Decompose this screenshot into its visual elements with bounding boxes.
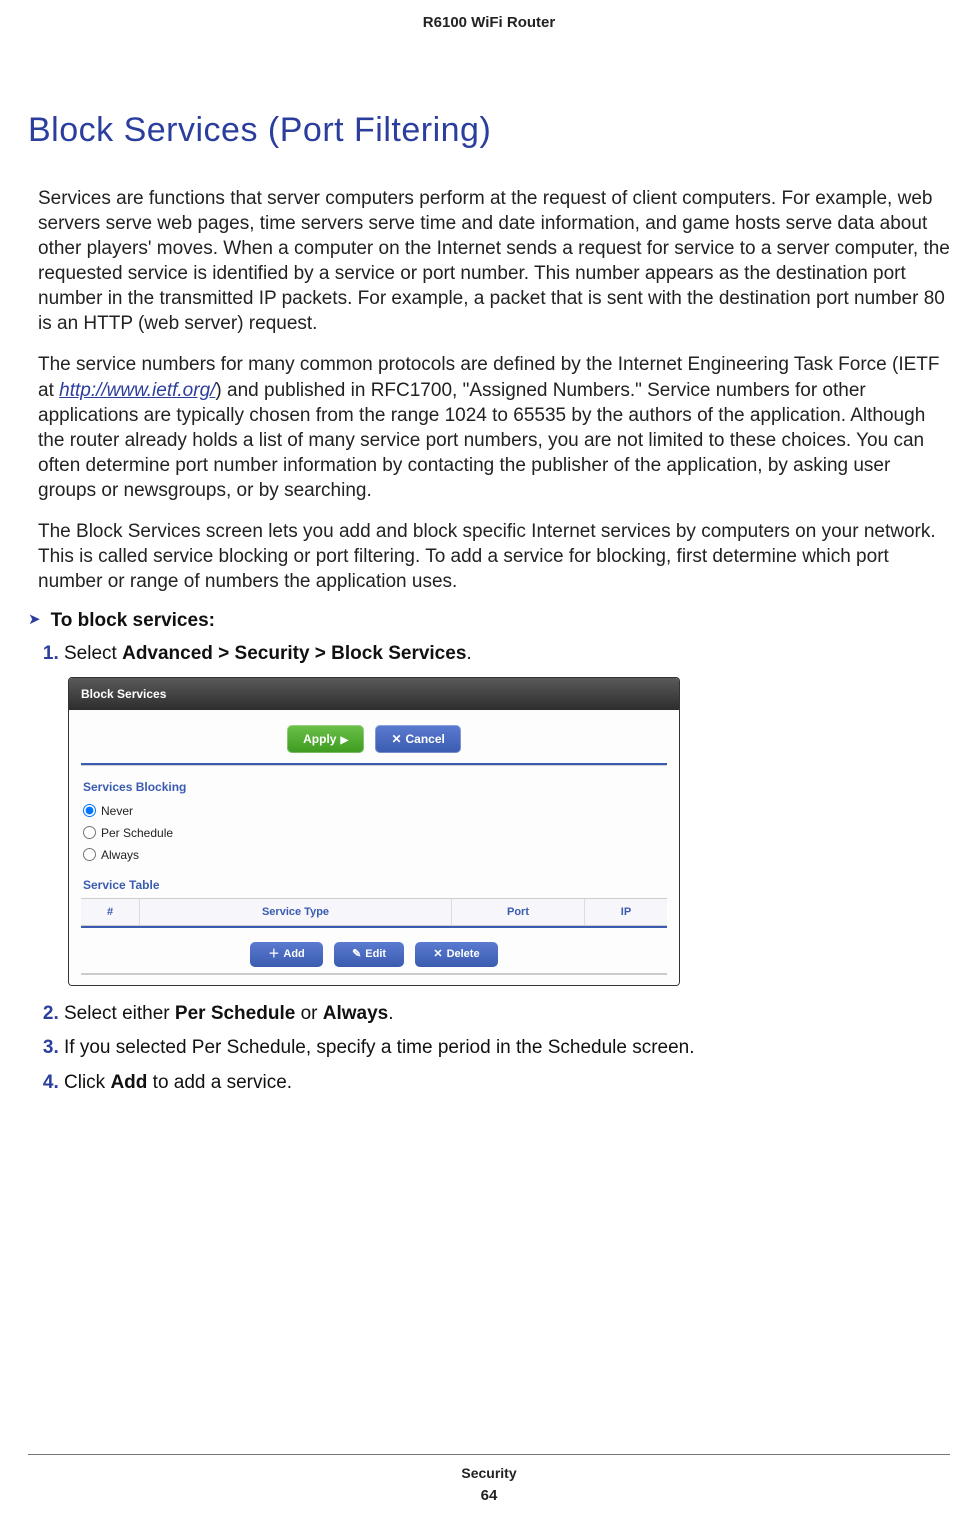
radio-per-schedule-label: Per Schedule — [101, 824, 173, 842]
ietf-link[interactable]: http://www.ietf.org/ — [59, 380, 215, 401]
edit-button[interactable]: ✎ Edit — [334, 942, 404, 967]
radio-never[interactable]: Never — [69, 800, 679, 822]
step-2-text-a: Select either — [64, 1003, 175, 1024]
panel-title: Block Services — [69, 678, 679, 710]
close-icon: ✕ — [433, 948, 442, 960]
add-button[interactable]: ＋ Add — [250, 942, 322, 967]
block-services-screenshot: Block Services Apply ▶ ✕ Cancel Services B… — [68, 677, 680, 986]
step-1-text-c: . — [466, 643, 471, 664]
running-header: R6100 WiFi Router — [28, 14, 950, 31]
step-2-text-c: or — [295, 1003, 322, 1024]
col-service-type: Service Type — [140, 899, 452, 926]
pencil-icon: ✎ — [352, 948, 361, 960]
apply-button-label: Apply — [303, 732, 336, 746]
step-4-text-a: Click — [64, 1072, 110, 1093]
close-icon: ✕ — [391, 732, 401, 746]
step-3: If you selected Per Schedule, specify a … — [64, 1034, 950, 1063]
radio-per-schedule-input[interactable] — [83, 826, 96, 839]
play-icon: ▶ — [340, 735, 348, 746]
service-table-header: # Service Type Port IP — [81, 898, 667, 927]
radio-per-schedule[interactable]: Per Schedule — [69, 822, 679, 844]
radio-never-input[interactable] — [83, 804, 96, 817]
col-port: Port — [452, 899, 585, 926]
radio-always[interactable]: Always — [69, 844, 679, 866]
radio-always-input[interactable] — [83, 848, 96, 861]
step-4-add: Add — [110, 1072, 147, 1093]
step-2: Select either Per Schedule or Always. — [64, 1000, 950, 1029]
cancel-button-label: Cancel — [406, 732, 445, 746]
chevron-right-icon: ➤ — [28, 611, 41, 628]
col-number: # — [81, 899, 140, 926]
radio-never-label: Never — [101, 802, 133, 820]
procedure-heading: ➤ To block services: — [28, 610, 950, 632]
step-2-text-e: . — [388, 1003, 393, 1024]
footer-section: Security — [0, 1465, 978, 1481]
paragraph-intro: Services are functions that server compu… — [38, 186, 950, 336]
plus-icon: ＋ — [268, 948, 279, 960]
step-1: Select Advanced > Security > Block Servi… — [64, 640, 950, 986]
cancel-button[interactable]: ✕ Cancel — [375, 725, 460, 753]
step-1-text-a: Select — [64, 643, 122, 664]
step-1-navpath: Advanced > Security > Block Services — [122, 643, 466, 664]
section-heading: Block Services (Port Filtering) — [28, 111, 950, 150]
delete-button[interactable]: ✕ Delete — [415, 942, 497, 967]
apply-button[interactable]: Apply ▶ — [287, 725, 364, 753]
add-button-label: Add — [283, 948, 304, 960]
step-4: Click Add to add a service. — [64, 1069, 950, 1098]
paragraph-ietf: The service numbers for many common prot… — [38, 352, 950, 502]
procedure-label: To block services: — [51, 610, 215, 631]
services-blocking-label: Services Blocking — [69, 776, 679, 800]
step-4-text-c: to add a service. — [147, 1072, 292, 1093]
step-2-per-schedule: Per Schedule — [175, 1003, 295, 1024]
delete-button-label: Delete — [447, 948, 480, 960]
service-table-label: Service Table — [69, 874, 679, 898]
page-number: 64 — [0, 1487, 978, 1504]
edit-button-label: Edit — [365, 948, 386, 960]
radio-always-label: Always — [101, 846, 139, 864]
step-2-always: Always — [323, 1003, 388, 1024]
col-ip: IP — [585, 899, 667, 926]
paragraph-block-services: The Block Services screen lets you add a… — [38, 519, 950, 594]
footer-rule — [28, 1454, 950, 1455]
